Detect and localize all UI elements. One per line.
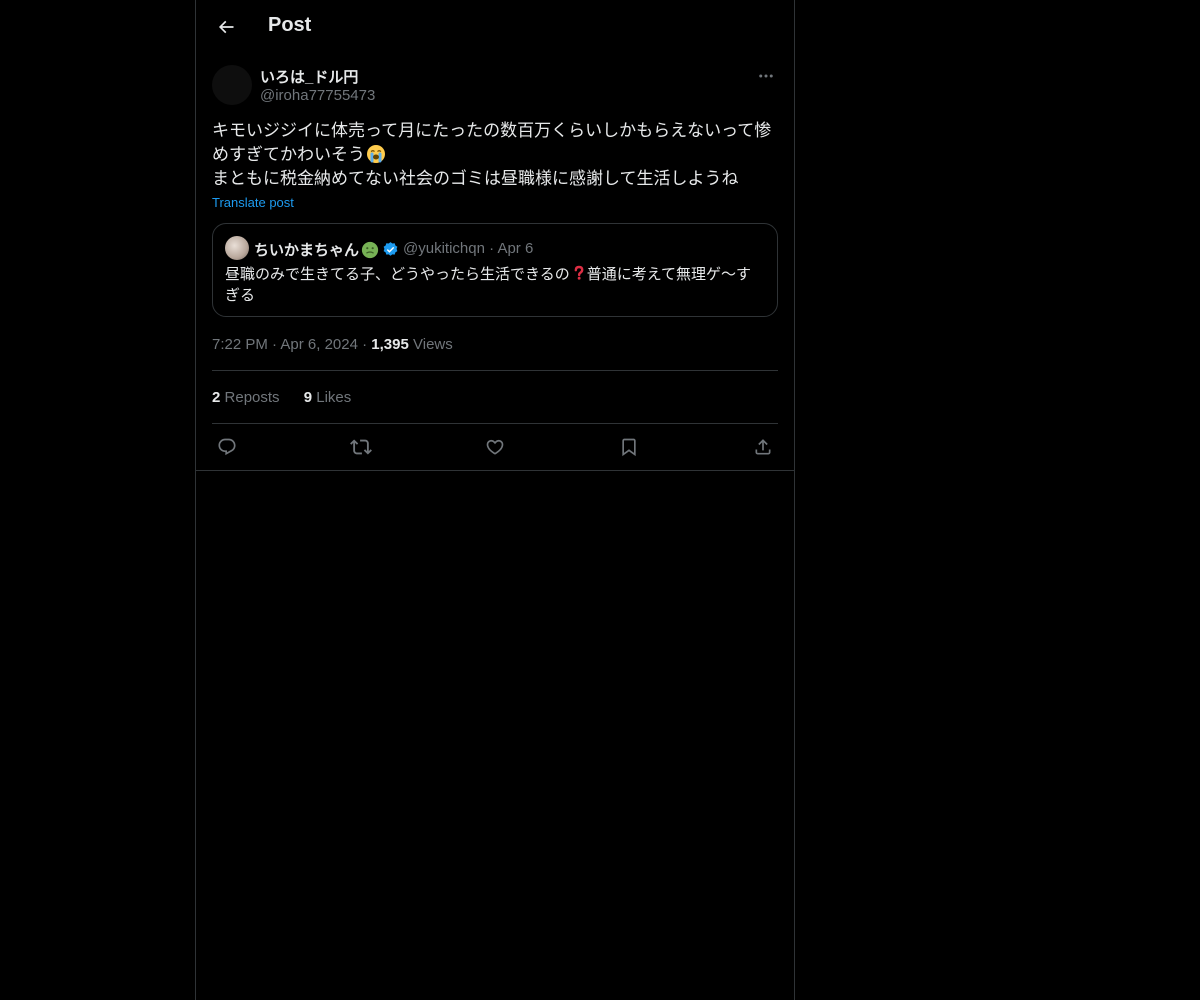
share-button[interactable] [749,433,777,461]
post-text: キモいジジイに体売って月にたったの数百万くらいしかもらえないって惨 めすぎてかわ… [212,119,778,191]
author-handle[interactable]: @iroha77755473 [260,87,375,104]
bookmark-button[interactable] [615,433,643,461]
reply-icon [218,438,236,456]
quote-display-name: ちいかまちゃん [254,242,360,259]
divider [212,370,778,371]
quote-handle: @yukitichqn [403,240,485,257]
quote-avatar [225,236,249,260]
repost-button[interactable] [347,433,375,461]
bookmark-icon [622,438,636,457]
likes-stat[interactable]: 9 Likes [304,389,352,406]
back-button[interactable] [208,9,244,45]
translate-post-link[interactable]: Translate post [212,195,294,210]
separator-dot: · [362,336,368,353]
verified-badge-icon [383,242,398,256]
author-display-name[interactable]: いろは_ドル円 [260,66,358,87]
like-button[interactable] [481,433,509,461]
post-text-line: めすぎてかわいそう [212,145,365,164]
views-count: 1,395 [371,336,409,353]
quote-text: 昼職のみで生きてる子、どうやったら生活できるの 普通に考えて無理ゲ〜すぎる [225,265,751,304]
avatar[interactable] [212,65,252,105]
post-time[interactable]: 7:22 PM [212,336,268,353]
post-meta: 7:22 PM · Apr 6, 2024 · 1,395 Views [212,336,453,353]
quote-date: Apr 6 [497,240,534,257]
reply-button[interactable] [213,433,241,461]
more-icon [759,74,773,78]
quoted-post[interactable]: ちいかまちゃん @yukitichqn · Apr 6 昼職のみで生きてる子、ど… [212,223,778,317]
repost-icon [350,439,372,455]
nauseated-face-icon [361,241,379,258]
red-question-mark-icon [574,265,584,280]
arrow-left-icon [218,20,234,34]
post-text-line: まともに税金納めてない社会のゴミは昼職様に感謝して生活しようね [212,169,739,188]
separator-dot: · [272,336,278,353]
header: Post [196,0,794,54]
divider [196,470,794,471]
more-options-button[interactable] [754,64,778,88]
views-label: Views [413,336,453,353]
page-title: Post [268,14,312,36]
divider [212,423,778,424]
separator-dot: · [489,240,495,257]
loudly-crying-face-icon [367,145,385,163]
share-icon [755,439,771,455]
post-stats: 2 Reposts 9 Likes [212,389,371,406]
post-date[interactable]: Apr 6, 2024 [280,336,358,353]
post-text-line: キモいジジイに体売って月にたったの数百万くらいしかもらえないって惨 [212,121,772,140]
action-bar [212,433,778,461]
reposts-stat[interactable]: 2 Reposts [212,389,280,406]
post-detail-column: Post いろは_ドル円 @iroha77755473 キモいジジイに体売って月… [195,0,795,1000]
like-icon [486,439,504,455]
